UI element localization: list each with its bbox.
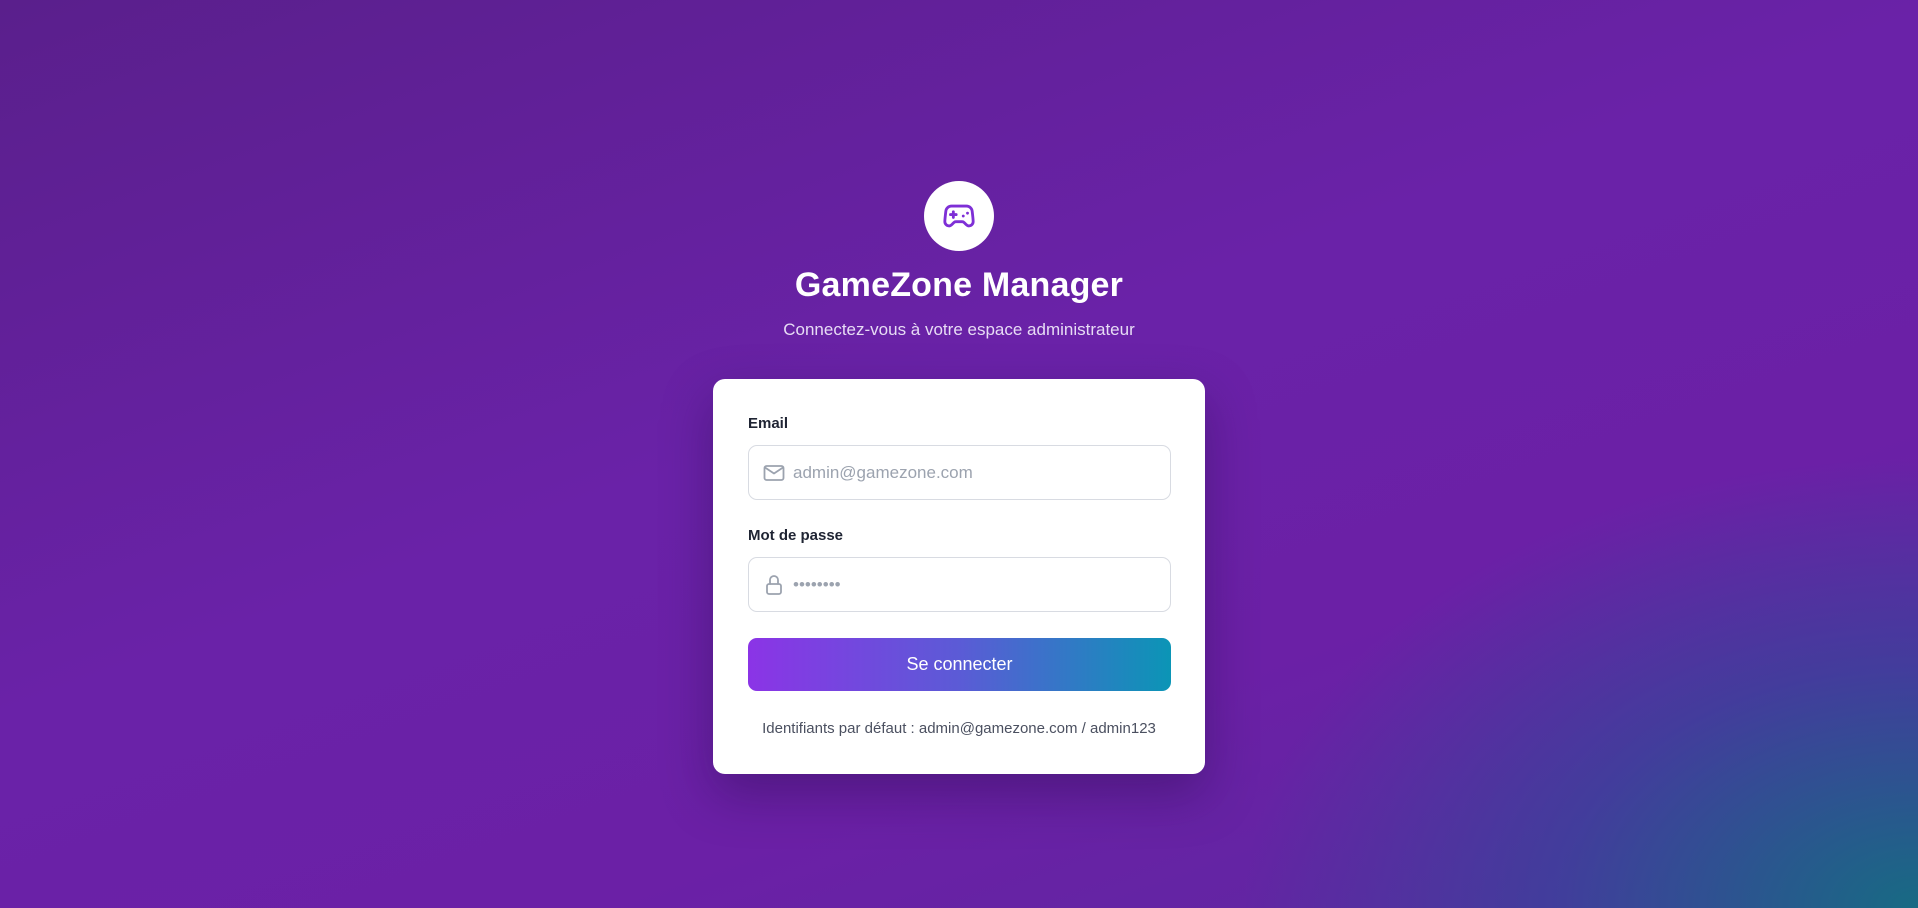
lock-icon (766, 575, 782, 595)
mail-icon (763, 465, 785, 481)
password-field-wrapper[interactable] (748, 557, 1171, 612)
login-page: GameZone Manager Connectez-vous à votre … (0, 0, 1918, 908)
gamepad-icon (943, 204, 975, 228)
password-label: Mot de passe (748, 527, 844, 544)
email-input[interactable] (793, 446, 1163, 499)
default-credentials-hint: Identifiants par défaut : admin@gamezone… (762, 720, 1156, 737)
email-label: Email (748, 415, 789, 432)
page-title: GameZone Manager (794, 266, 1124, 304)
login-button[interactable]: Se connecter (748, 638, 1171, 691)
logo-badge (924, 181, 994, 251)
login-card: Email Mot de passe Se connecter Identifi… (713, 379, 1205, 774)
password-input[interactable] (793, 558, 1163, 611)
email-field-wrapper[interactable] (748, 445, 1171, 500)
page-subtitle: Connectez-vous à votre espace administra… (783, 320, 1135, 339)
